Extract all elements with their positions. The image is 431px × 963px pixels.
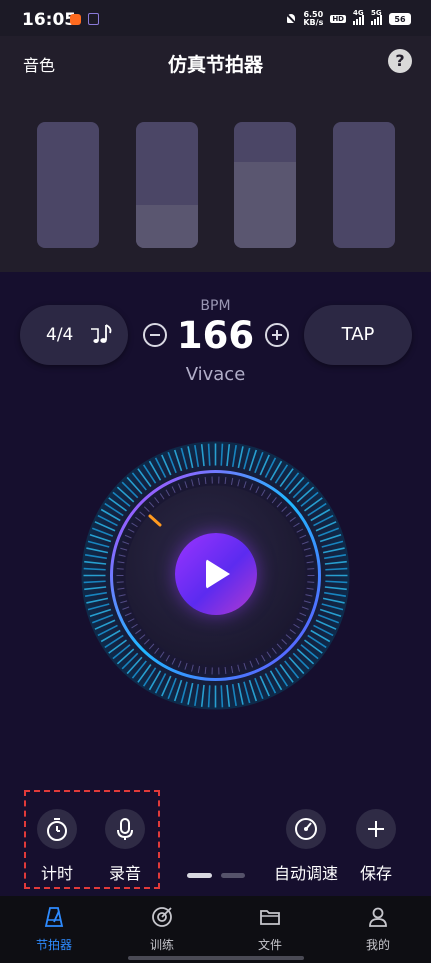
nav-label: 文件 [257, 938, 282, 952]
network-speed: 6.50 KB/s [303, 11, 323, 27]
status-time: 16:05 [22, 10, 77, 30]
status-bar: 16:05 6.50 KB/s HD 4G 5G 56 [0, 0, 431, 36]
record-button[interactable] [105, 809, 145, 849]
auto-speed-label[interactable]: 自动调速 [271, 860, 341, 884]
tap-button[interactable]: TAP [304, 305, 412, 365]
header-panel: 音色 仿真节拍器 ? [0, 36, 431, 272]
speedometer-icon [295, 818, 317, 840]
nav-tab-files[interactable]: 文件 [216, 896, 324, 963]
page-title: 仿真节拍器 [167, 54, 263, 76]
sim1-label: 4G [353, 9, 364, 17]
user-icon [369, 907, 387, 927]
metronome-icon [44, 907, 64, 927]
home-indicator[interactable] [128, 956, 304, 960]
app-notification-icon [88, 13, 99, 25]
target-icon [152, 907, 172, 927]
signal-icon: 4G [353, 9, 364, 25]
pager-dot [221, 873, 245, 878]
plus-icon [368, 821, 384, 837]
tempo-name: Vivace [185, 364, 246, 385]
record-label[interactable]: 录音 [90, 860, 160, 884]
hd-badge: HD [330, 15, 346, 23]
mute-icon [286, 13, 296, 25]
beat-level-fill [136, 205, 198, 248]
nav-tab-metronome[interactable]: 节拍器 [0, 896, 108, 963]
help-button[interactable]: ? [388, 49, 412, 73]
microphone-icon [117, 818, 133, 840]
battery-icon: 56 [389, 13, 411, 25]
increase-bpm-button[interactable] [265, 323, 289, 347]
nav-label: 我的 [365, 938, 390, 952]
timer-label[interactable]: 计时 [22, 860, 92, 884]
save-label[interactable]: 保存 [341, 860, 411, 884]
timer-button[interactable] [37, 809, 77, 849]
pager-dot-active [187, 873, 212, 878]
play-button[interactable] [175, 533, 257, 615]
nav-tab-profile[interactable]: 我的 [324, 896, 431, 963]
auto-speed-button[interactable] [286, 809, 326, 849]
bottom-nav: 节拍器 训练 文件 我的 [0, 896, 431, 963]
play-icon [206, 559, 230, 589]
stopwatch-icon [47, 818, 67, 841]
beat-indicator[interactable] [333, 122, 395, 248]
nav-tab-training[interactable]: 训练 [108, 896, 216, 963]
signal-icon: 5G [371, 9, 382, 25]
beat-indicator[interactable] [234, 122, 296, 248]
folder-icon [260, 910, 280, 925]
save-button[interactable] [356, 809, 396, 849]
nav-label: 训练 [149, 938, 174, 952]
sim2-label: 5G [371, 9, 382, 17]
status-indicators: 6.50 KB/s HD 4G 5G 56 [286, 9, 411, 27]
beat-indicator[interactable] [136, 122, 198, 248]
app-notification-icon [70, 14, 81, 25]
beat-indicator[interactable] [37, 122, 99, 248]
nav-label: 节拍器 [35, 938, 72, 952]
beat-level-fill [234, 162, 296, 248]
network-speed-unit: KB/s [303, 18, 324, 27]
